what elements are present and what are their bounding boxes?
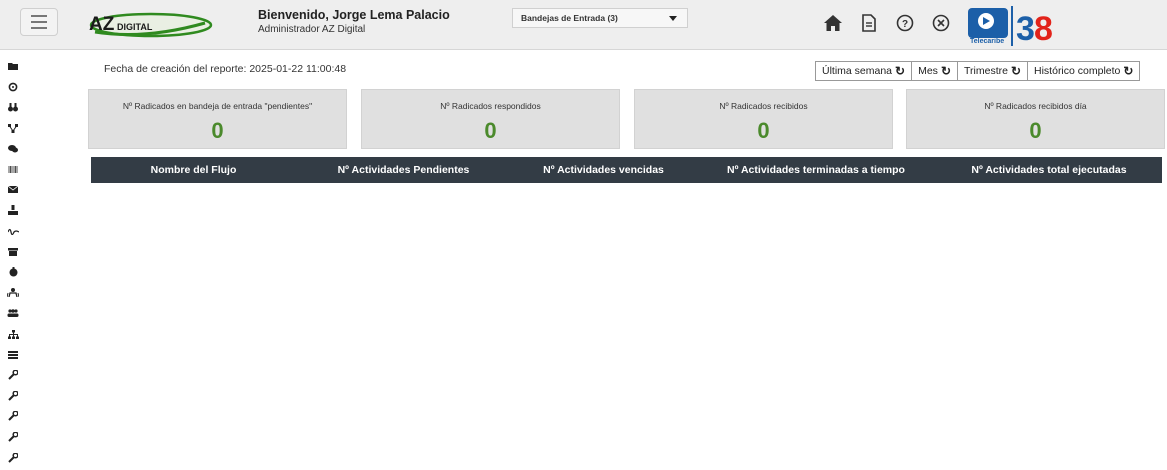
caret-down-icon bbox=[669, 16, 677, 21]
help-icon[interactable]: ? bbox=[894, 12, 916, 34]
comments-icon[interactable] bbox=[0, 138, 26, 159]
top-header: AZ DIGITAL Bienvenido, Jorge Lema Palaci… bbox=[0, 0, 1167, 50]
wrench-icon[interactable] bbox=[0, 386, 26, 407]
welcome-block: Bienvenido, Jorge Lema Palacio Administr… bbox=[258, 8, 450, 35]
filter-button-label: Histórico completo bbox=[1034, 65, 1121, 77]
barcode-icon[interactable] bbox=[0, 159, 26, 180]
az-digital-logo[interactable]: AZ DIGITAL bbox=[85, 9, 213, 39]
summary-card-label: Nº Radicados en bandeja de entrada "pend… bbox=[122, 101, 313, 111]
summary-card: Nº Radicados en bandeja de entrada "pend… bbox=[88, 89, 347, 149]
refresh-icon: ↻ bbox=[940, 64, 951, 78]
document-icon[interactable] bbox=[858, 12, 880, 34]
svg-text:AZ: AZ bbox=[89, 14, 115, 35]
archive-icon[interactable] bbox=[0, 241, 26, 262]
header-actions: ? bbox=[822, 12, 952, 34]
binoculars-icon[interactable] bbox=[0, 97, 26, 118]
svg-text:DIGITAL: DIGITAL bbox=[117, 22, 153, 32]
envelope-icon[interactable] bbox=[0, 180, 26, 201]
summary-card-value: 0 bbox=[757, 118, 770, 143]
summary-card-label: Nº Radicados recibidos bbox=[719, 101, 808, 111]
summary-card: Nº Radicados respondidos 0 bbox=[361, 89, 620, 149]
wrench-icon[interactable] bbox=[0, 447, 26, 468]
svg-text:Telecaribe: Telecaribe bbox=[970, 38, 1004, 45]
hamburger-bar bbox=[31, 27, 47, 29]
left-sidebar bbox=[0, 56, 26, 468]
user-group-icon[interactable] bbox=[0, 283, 26, 304]
table-column-header[interactable]: Nº Actividades vencidas bbox=[511, 164, 696, 176]
welcome-user-name: Bienvenido, Jorge Lema Palacio bbox=[258, 8, 450, 22]
close-circle-icon[interactable] bbox=[930, 12, 952, 34]
summary-card: Nº Radicados recibidos día 0 bbox=[906, 89, 1165, 149]
menu-toggle-button[interactable] bbox=[20, 8, 58, 36]
summary-card-value: 0 bbox=[484, 118, 497, 143]
table-column-header[interactable]: Nº Actividades Pendientes bbox=[296, 164, 511, 176]
home-icon[interactable] bbox=[822, 12, 844, 34]
filter-button-week[interactable]: Última semana ↻ bbox=[815, 61, 913, 81]
sitemap-icon[interactable] bbox=[0, 324, 26, 345]
date-filter-group: Última semana ↻ Mes ↻ Trimestre ↻ Histórico co… bbox=[815, 61, 1141, 81]
folder-icon[interactable] bbox=[0, 56, 26, 77]
table-column-header[interactable]: Nº Actividades terminadas a tiempo bbox=[696, 164, 936, 176]
filter-button-history[interactable]: Histórico completo ↻ bbox=[1027, 61, 1141, 81]
hamburger-bar bbox=[31, 15, 47, 17]
filter-button-label: Trimestre bbox=[964, 65, 1008, 77]
refresh-icon: ↻ bbox=[895, 64, 906, 78]
wrench-icon[interactable] bbox=[0, 406, 26, 427]
refresh-icon[interactable] bbox=[0, 77, 26, 98]
inbox-select-value: Bandejas de Entrada (3) bbox=[521, 13, 618, 23]
table-column-header[interactable]: Nombre del Flujo bbox=[91, 164, 296, 176]
summary-card-label: Nº Radicados respondidos bbox=[440, 101, 541, 111]
user-role: Administrador AZ Digital bbox=[258, 24, 366, 35]
inbox-select[interactable]: Bandejas de Entrada (3) bbox=[512, 8, 688, 28]
hamburger-bar bbox=[31, 21, 47, 23]
filter-button-label: Mes bbox=[918, 65, 938, 77]
wrench-icon[interactable] bbox=[0, 427, 26, 448]
svg-text:?: ? bbox=[902, 19, 908, 30]
refresh-icon: ↻ bbox=[1010, 64, 1022, 78]
refresh-icon: ↻ bbox=[1123, 64, 1134, 78]
filter-button-month[interactable]: Mes ↻ bbox=[911, 61, 958, 81]
summary-card-value: 0 bbox=[211, 118, 224, 143]
user-upload-icon[interactable] bbox=[0, 200, 26, 221]
table-column-header[interactable]: Nº Actividades total ejecutadas bbox=[936, 164, 1162, 176]
summary-card-value: 0 bbox=[1029, 118, 1042, 143]
wrench-icon[interactable] bbox=[0, 365, 26, 386]
report-creation-date: Fecha de creación del reporte: 2025-01-2… bbox=[104, 63, 347, 75]
telecaribe-logo: 3 8 Telecaribe bbox=[966, 4, 1062, 48]
filter-button-label: Última semana bbox=[822, 65, 893, 77]
list-icon[interactable] bbox=[0, 344, 26, 365]
filter-button-quarter[interactable]: Trimestre ↻ bbox=[957, 61, 1029, 81]
signature-icon[interactable] bbox=[0, 221, 26, 242]
flow-icon[interactable] bbox=[0, 118, 26, 139]
users-icon[interactable] bbox=[0, 303, 26, 324]
activities-table-header: Nombre del Flujo Nº Actividades Pendiente… bbox=[91, 157, 1162, 183]
svg-text:8: 8 bbox=[1034, 10, 1053, 48]
summary-card: Nº Radicados recibidos 0 bbox=[634, 89, 893, 149]
bell-icon[interactable] bbox=[0, 262, 26, 283]
svg-text:3: 3 bbox=[1016, 10, 1035, 48]
summary-card-label: Nº Radicados recibidos día bbox=[984, 101, 1087, 111]
